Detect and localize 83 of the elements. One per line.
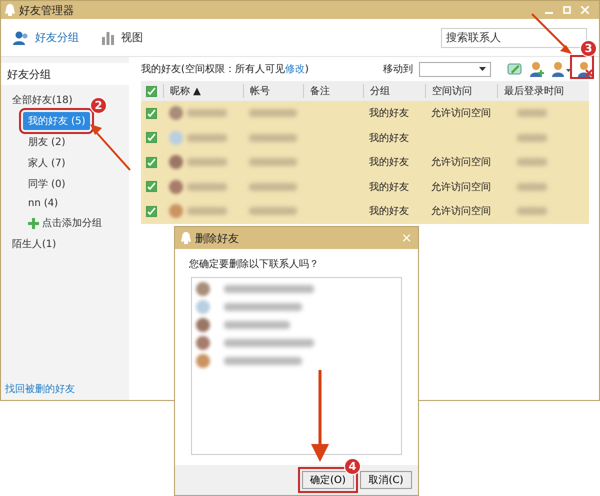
group-heading: 我的好友(空间权限：所有人可见修改) bbox=[141, 62, 310, 76]
edit-card-icon[interactable] bbox=[507, 62, 523, 76]
toolbar-tab[interactable]: 好友分组 bbox=[13, 30, 79, 45]
table-cell-text: 我的好友 bbox=[368, 180, 410, 194]
move-dropdown[interactable] bbox=[419, 62, 491, 76]
users-icon bbox=[13, 30, 29, 44]
table-cell-text: 我的好友 bbox=[368, 156, 410, 170]
blurred-text bbox=[249, 158, 297, 166]
group-item[interactable]: 陌生人(1) bbox=[7, 235, 62, 253]
blurred-text bbox=[517, 158, 547, 166]
blurred-text bbox=[224, 321, 290, 329]
blurred-text bbox=[517, 182, 547, 191]
blurred-text bbox=[517, 109, 547, 118]
table-cell-text: 我的好友 bbox=[368, 132, 410, 145]
blurred-text bbox=[187, 158, 227, 166]
checkbox[interactable] bbox=[146, 206, 157, 217]
sidebar-title: 好友分组 bbox=[1, 63, 129, 85]
column-header[interactable]: 备注 bbox=[303, 84, 363, 98]
checkbox[interactable] bbox=[146, 108, 157, 119]
column-header[interactable]: 帐号 bbox=[243, 84, 303, 98]
search-field[interactable]: 搜索联系人 bbox=[441, 28, 587, 48]
arrow-icon bbox=[311, 370, 329, 462]
add-group-button[interactable]: 点击添加分组 bbox=[23, 214, 107, 232]
blurred-avatar bbox=[196, 300, 210, 314]
column-header[interactable]: 昵称 ▲ bbox=[163, 84, 243, 98]
table-cell-text: 允许访问空间 bbox=[430, 204, 492, 218]
blurred-avatar bbox=[196, 318, 210, 332]
blurred-text bbox=[187, 134, 227, 142]
edit-link[interactable]: 修改 bbox=[284, 64, 305, 75]
blurred-text bbox=[249, 109, 297, 118]
blurred-text bbox=[249, 182, 297, 191]
blurred-text bbox=[187, 207, 227, 216]
blurred-avatar bbox=[196, 336, 210, 350]
bar-chart-icon bbox=[101, 30, 115, 44]
blurred-avatar bbox=[169, 130, 183, 145]
window-title: 好友管理器 bbox=[19, 2, 75, 18]
group-item[interactable]: 朋友 (2) bbox=[23, 133, 70, 151]
checkbox[interactable] bbox=[146, 132, 157, 144]
close-icon[interactable] bbox=[581, 6, 589, 14]
blurred-avatar bbox=[196, 354, 210, 368]
blurred-text bbox=[517, 134, 547, 142]
confirm-question: 您确定要删除以下联系人吗？ bbox=[188, 258, 320, 272]
table-cell-text: 我的好友 bbox=[368, 204, 410, 218]
arrow-icon bbox=[530, 12, 574, 56]
table-cell-text: 允许访问空间 bbox=[430, 180, 492, 194]
blurred-avatar bbox=[169, 204, 183, 218]
blurred-text bbox=[187, 109, 227, 118]
cancel-button[interactable]: 取消(C) bbox=[360, 471, 412, 489]
blurred-avatar bbox=[169, 106, 183, 120]
column-header[interactable]: 分组 bbox=[363, 84, 425, 98]
blurred-text bbox=[187, 182, 227, 191]
table-cell-text: 我的好友 bbox=[368, 106, 410, 120]
blurred-avatar bbox=[169, 155, 183, 170]
group-item[interactable]: 我的好友 (5) bbox=[23, 112, 90, 130]
toolbar-tab[interactable]: 视图 bbox=[101, 30, 143, 45]
checkbox[interactable] bbox=[146, 156, 157, 168]
move-label: 移动到 bbox=[382, 63, 413, 76]
checkbox[interactable] bbox=[146, 181, 157, 192]
blurred-text bbox=[249, 134, 297, 142]
penguin-icon bbox=[181, 232, 191, 244]
maximize-icon[interactable] bbox=[563, 6, 571, 14]
column-header[interactable]: 最后登录时间 bbox=[497, 84, 589, 98]
blurred-avatar bbox=[169, 180, 183, 194]
user-menu-icon[interactable] bbox=[551, 61, 571, 77]
table-cell-text: 允许访问空间 bbox=[430, 156, 492, 170]
recover-link[interactable]: 找回被删的好友 bbox=[1, 382, 129, 400]
blurred-avatar bbox=[196, 282, 210, 296]
add-user-icon[interactable] bbox=[529, 61, 545, 77]
dialog-title: 删除好友 bbox=[195, 230, 240, 246]
blurred-text bbox=[249, 207, 297, 216]
table-cell-text: 允许访问空间 bbox=[430, 106, 492, 120]
caret-icon bbox=[479, 67, 486, 71]
group-item[interactable]: 同学 (0) bbox=[23, 175, 70, 193]
penguin-icon bbox=[5, 4, 15, 16]
group-item[interactable]: 家人 (7) bbox=[23, 154, 70, 172]
plus-icon bbox=[28, 218, 39, 228]
group-item[interactable]: nn (4) bbox=[23, 196, 64, 211]
arrow-icon bbox=[88, 122, 132, 172]
delete-user-icon[interactable] bbox=[577, 61, 593, 77]
checkbox[interactable] bbox=[146, 86, 157, 96]
group-item[interactable]: 全部好友(18) bbox=[7, 91, 78, 109]
blurred-text bbox=[517, 207, 547, 216]
column-header[interactable]: 空间访问 bbox=[425, 84, 497, 98]
